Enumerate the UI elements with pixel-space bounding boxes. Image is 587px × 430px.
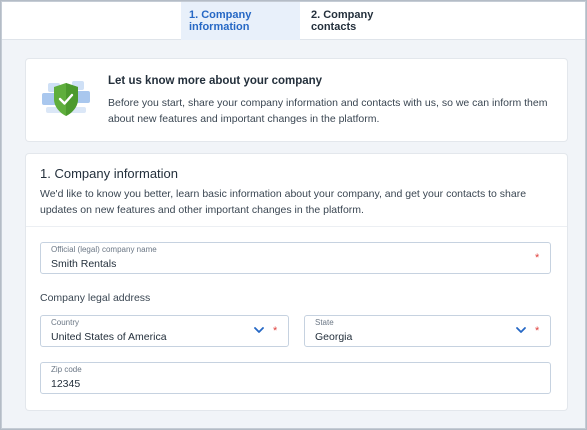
country-select[interactable]: Country United States of America * [40, 315, 289, 347]
chevron-down-icon[interactable] [253, 325, 265, 335]
intro-description: Before you start, share your company inf… [108, 97, 548, 125]
country-value[interactable]: United States of America [51, 331, 167, 343]
intro-title: Let us know more about your company [108, 75, 323, 87]
state-value[interactable]: Georgia [315, 331, 352, 343]
onboarding-window: 1. Company information 2. Company contac… [1, 1, 586, 429]
company-name-value[interactable]: Smith Rentals [51, 258, 116, 270]
required-mark: * [535, 252, 540, 264]
divider [26, 226, 567, 227]
legal-address-label: Company legal address [40, 292, 151, 304]
state-select[interactable]: State Georgia * [304, 315, 551, 347]
country-label: Country [51, 318, 80, 327]
form-title: 1. Company information [40, 166, 179, 181]
company-information-form: 1. Company information We'd like to know… [26, 154, 567, 410]
tab-company-information[interactable]: 1. Company information [181, 2, 300, 40]
zip-code-field[interactable]: Zip code 12345 [40, 362, 551, 394]
state-label: State [315, 318, 334, 327]
tab-company-contacts[interactable]: 2. Company contacts [303, 2, 411, 40]
shield-check-icon [42, 81, 90, 116]
company-name-field[interactable]: Official (legal) company name Smith Rent… [40, 242, 551, 274]
company-name-label: Official (legal) company name [51, 245, 157, 254]
step-tabs: 1. Company information 2. Company contac… [2, 2, 585, 40]
chevron-down-icon[interactable] [515, 325, 527, 335]
intro-card: Let us know more about your company Befo… [26, 59, 567, 141]
required-mark: * [273, 325, 278, 337]
required-mark: * [535, 325, 540, 337]
form-description: We'd like to know you better, learn basi… [40, 188, 527, 216]
zip-code-value[interactable]: 12345 [51, 378, 80, 390]
zip-code-label: Zip code [51, 365, 82, 374]
